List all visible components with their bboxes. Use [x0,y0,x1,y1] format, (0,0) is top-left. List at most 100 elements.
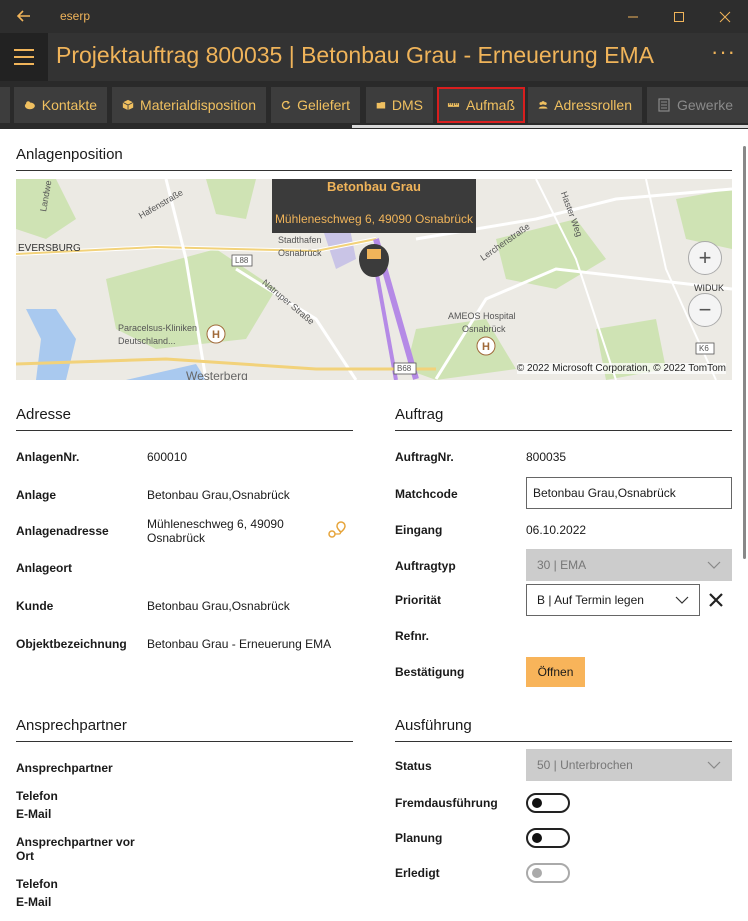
map-tooltip-address: Mühleneschweg 6, 49090 Osnabrück [274,212,474,226]
tab-aufmass[interactable]: Aufmaß [437,87,525,123]
field-label-email-vor-ort: E-Mail [16,895,52,909]
vertical-scrollbar[interactable] [743,146,746,559]
hamburger-menu-icon[interactable] [0,33,48,81]
field-label-status: Status [395,759,432,773]
svg-text:H: H [212,329,220,341]
section-divider [395,430,732,431]
section-title-auftrag: Auftrag [395,406,444,423]
field-value-anlage: Betonbau Grau,Osnabrück [147,488,290,502]
section-title-ausfuehrung: Ausführung [395,717,472,734]
tab-partial[interactable] [0,87,10,123]
tab-label: Kontakte [41,97,97,113]
map-label: Westerberg [186,369,248,380]
tab-scroll-indicator [352,125,748,128]
map-label: K6 [699,344,709,353]
field-value-anlagennr: 600010 [147,450,188,464]
field-label-auftragnr: AuftragNr. [395,450,454,464]
maximize-button[interactable] [656,0,702,33]
section-title-ansprechpartner: Ansprechpartner [16,717,127,734]
auftragtyp-select[interactable]: 30 | EMA [526,549,732,581]
tab-gewerke[interactable]: Gewerke [647,87,748,123]
section-divider [395,741,732,742]
map-label: WIDUK [694,283,724,293]
map-label: Osnabrück [462,324,506,334]
tab-geliefert[interactable]: Geliefert [271,87,360,123]
map-label: Osnabrück [278,248,322,258]
people-icon [538,101,548,109]
tab-label: Aufmaß [465,97,515,113]
field-label-bestaetigung: Bestätigung [395,665,465,679]
zoom-out-button[interactable]: − [688,293,722,327]
oeffnen-button[interactable]: Öffnen [526,657,585,687]
map-label: EVERSBURG [18,243,81,254]
map-copyright: © 2022 Microsoft Corporation, © 2022 Tom… [516,363,726,374]
planung-toggle[interactable] [526,828,570,848]
field-value-objektbezeichnung: Betonbau Grau - Erneuerung EMA [147,637,332,651]
field-label-fremdausfuehrung: Fremdausführung [395,796,498,810]
prioritaet-select[interactable]: B | Auf Termin legen [526,584,700,616]
page-title: Projektauftrag 800035 | Betonbau Grau - … [56,42,654,68]
location-map[interactable]: H H Betonbau Grau Mühleneschweg 6, 49090… [16,179,732,380]
title-bar: eserp [0,0,748,33]
field-label-kunde: Kunde [16,599,54,613]
map-label: L88 [235,256,249,265]
field-label-matchcode: Matchcode [395,487,458,501]
field-label-anlageort: Anlageort [16,561,73,575]
chevron-down-icon [707,561,721,569]
zoom-in-button[interactable]: + [688,241,722,275]
field-label-prioritaet: Priorität [395,593,442,607]
minimize-button[interactable] [610,0,656,33]
field-value-auftragnr: 800035 [526,450,567,464]
field-label-planung: Planung [395,831,443,845]
status-value: 50 | Unterbrochen [537,758,633,772]
field-value-anlagenadresse: Mühleneschweg 6, 49090 Osnabrück [147,517,284,545]
map-label: Stadthafen [278,235,322,245]
tab-label: DMS [391,97,423,113]
map-label: AMEOS Hospital [448,311,516,321]
section-title-anlagenposition: Anlagenposition [16,146,123,163]
page-header: Projektauftrag 800035 | Betonbau Grau - … [0,33,748,81]
field-value-kunde: Betonbau Grau,Osnabrück [147,599,290,613]
field-label-anlagennr: AnlagenNr. [16,450,80,464]
tab-dms[interactable]: DMS [366,87,433,123]
section-divider [16,430,353,431]
tab-materialdisposition[interactable]: Materialdisposition [112,87,266,123]
fremdausfuehrung-toggle[interactable] [526,793,570,813]
section-divider [16,170,732,171]
field-label-anlagenadresse: Anlagenadresse [16,524,109,538]
section-title-adresse: Adresse [16,406,72,423]
section-divider [16,741,353,742]
field-label-erledigt: Erledigt [395,866,440,880]
route-pin-icon[interactable] [327,520,347,540]
back-arrow-icon[interactable] [14,6,34,26]
erledigt-toggle[interactable] [526,863,570,883]
status-select[interactable]: 50 | Unterbrochen [526,749,732,781]
more-options-icon[interactable]: ··· [711,39,736,65]
field-label-eingang: Eingang [395,523,443,537]
map-tooltip-title: Betonbau Grau [327,179,421,194]
ruler-icon [447,103,460,107]
field-label-refnr: Refnr. [395,629,430,643]
tab-adressrollen[interactable]: Adressrollen [528,87,642,123]
contacts-icon [24,101,35,110]
field-label-ansprechpartner-vor-ort: Ansprechpartner vor Ort [16,835,135,863]
chevron-down-icon [675,596,689,604]
tab-label: Geliefert [297,97,350,113]
field-label-ansprechpartner: Ansprechpartner [16,761,113,775]
map-label: Paracelsus-Kliniken [118,323,198,333]
field-value-eingang: 06.10.2022 [526,523,587,537]
svg-text:H: H [482,341,490,353]
tab-kontakte[interactable]: Kontakte [14,87,107,123]
matchcode-value: Betonbau Grau,Osnabrück [533,486,676,500]
tab-toolbar: Kontakte Materialdisposition Geliefert D… [0,81,748,129]
clear-prioritaet-icon[interactable] [707,591,725,609]
field-label-telefon-vor-ort: Telefon [16,877,58,891]
field-label-telefon: Telefon [16,789,58,803]
field-label-email: E-Mail [16,807,52,821]
matchcode-input[interactable]: Betonbau Grau,Osnabrück [526,477,732,509]
auftragtyp-value: 30 | EMA [537,558,587,572]
field-label-objektbezeichnung: Objektbezeichnung [16,637,127,651]
app-name: eserp [60,9,91,23]
close-window-button[interactable] [702,0,748,33]
refresh-icon [281,100,291,110]
